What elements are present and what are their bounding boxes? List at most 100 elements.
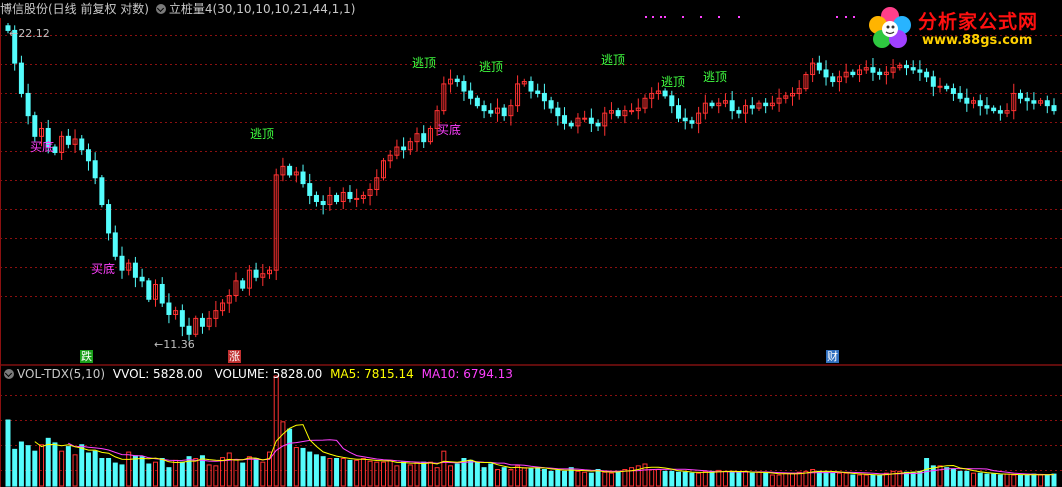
candle-body <box>568 122 574 127</box>
candle-body <box>816 62 822 71</box>
top-dot-marker <box>853 16 855 18</box>
volume-bar <box>481 467 487 487</box>
volume-bar <box>1024 474 1030 487</box>
volume-bar <box>159 458 165 487</box>
volume-bar <box>783 472 789 487</box>
volume-bar <box>246 456 252 487</box>
logo-url[interactable]: www.88gs.com <box>922 33 1032 48</box>
volume-bar <box>307 451 313 487</box>
indicator-title[interactable]: 立桩量4(30,10,10,10,21,44,1,1) <box>169 2 356 16</box>
volume-bar <box>682 471 688 487</box>
volume-bar <box>273 375 279 487</box>
candle-body <box>903 64 909 69</box>
volume-bar <box>1017 474 1023 487</box>
volume-bar <box>374 461 380 487</box>
buy-signal-label: 买底 <box>30 140 55 154</box>
candle-body <box>997 110 1003 114</box>
volume-bar <box>360 458 366 487</box>
candle-body <box>92 160 98 179</box>
volume-bar <box>790 472 795 487</box>
top-dot-marker <box>738 16 740 18</box>
volume-bar <box>736 471 742 487</box>
volume-bar <box>320 456 326 487</box>
candle-body <box>669 95 675 107</box>
candle-body <box>119 255 125 271</box>
candle-body <box>964 97 970 104</box>
volume-bar <box>669 470 675 487</box>
volume-bar <box>823 471 829 487</box>
candle-body <box>139 276 145 282</box>
buy-signal-label: 买底 <box>437 123 462 137</box>
volume-bar <box>709 470 715 487</box>
volume-bar <box>816 470 822 487</box>
chart-canvas <box>0 16 1062 487</box>
sell-signal-label: 逃顶 <box>412 56 437 70</box>
event-marker-finance[interactable]: 财 <box>826 350 839 363</box>
volume-bar <box>622 469 628 487</box>
volume-bar <box>334 458 340 487</box>
candle-body <box>830 76 836 83</box>
candle-body <box>662 90 668 97</box>
candle-body <box>468 90 474 99</box>
candle-body <box>877 71 883 76</box>
volume-bar <box>984 473 990 487</box>
candle-body <box>85 149 91 162</box>
volume-bar <box>930 465 936 487</box>
volume-bar <box>126 451 132 487</box>
main-chart-header: 博信股份(日线 前复权 对数) 立桩量4(30,10,10,10,21,44,1… <box>0 2 355 16</box>
volume-indicator-name[interactable]: VOL-TDX(5,10) <box>17 367 105 381</box>
volume-bar <box>280 421 286 487</box>
volume-bar <box>18 441 24 487</box>
candle-body <box>763 102 769 107</box>
event-marker-rise[interactable]: 涨 <box>228 350 241 363</box>
candle-body <box>917 69 923 73</box>
volume-bar <box>997 474 1003 487</box>
volume-bar <box>910 471 916 487</box>
sell-signal-label: 逃顶 <box>479 60 504 74</box>
volume-bar <box>119 464 125 487</box>
volume-bar <box>655 469 661 487</box>
volume-bar <box>65 446 71 487</box>
volume-bar <box>260 461 266 487</box>
indicator-menu-icon[interactable] <box>155 4 166 14</box>
candle-body <box>253 269 259 278</box>
candle-body <box>937 85 943 88</box>
volume-bar <box>213 465 219 487</box>
volume-bar <box>39 444 45 487</box>
candle-body <box>950 88 956 94</box>
candle-body <box>870 67 876 73</box>
candle-body <box>240 280 246 289</box>
candle-body <box>676 105 682 119</box>
candle-body <box>977 100 983 107</box>
volume-bar <box>649 469 655 487</box>
volume-bar <box>575 470 581 487</box>
candle-body <box>99 177 105 206</box>
volume-bar <box>588 472 594 487</box>
volume-bar <box>595 469 601 487</box>
volume-bar <box>421 461 427 487</box>
volume-bar <box>12 448 18 487</box>
volume-bar <box>977 472 983 487</box>
volume-menu-icon[interactable] <box>4 369 14 379</box>
stock-title[interactable]: 博信股份(日线 前复权 对数) <box>0 2 149 16</box>
volume-bar <box>964 470 970 487</box>
volume-bar <box>454 463 460 487</box>
volume-bar <box>220 457 226 487</box>
candle-body <box>930 76 936 87</box>
candle-body <box>541 92 547 102</box>
volume-bar <box>971 472 977 487</box>
candle-body <box>991 107 997 112</box>
candle-body <box>199 317 205 327</box>
top-dot-marker <box>652 16 654 18</box>
candle-body <box>401 146 407 151</box>
volume-bar <box>427 461 433 487</box>
candle-body <box>1044 100 1050 107</box>
candle-body <box>615 110 621 117</box>
candle-body <box>595 122 601 127</box>
event-marker-fall[interactable]: 跌 <box>80 350 93 363</box>
volume-bar <box>749 472 755 487</box>
volume-bar <box>313 454 319 487</box>
low-price-value: 11.36 <box>163 338 195 351</box>
candle-body <box>924 71 930 78</box>
volume-bar <box>548 470 554 487</box>
